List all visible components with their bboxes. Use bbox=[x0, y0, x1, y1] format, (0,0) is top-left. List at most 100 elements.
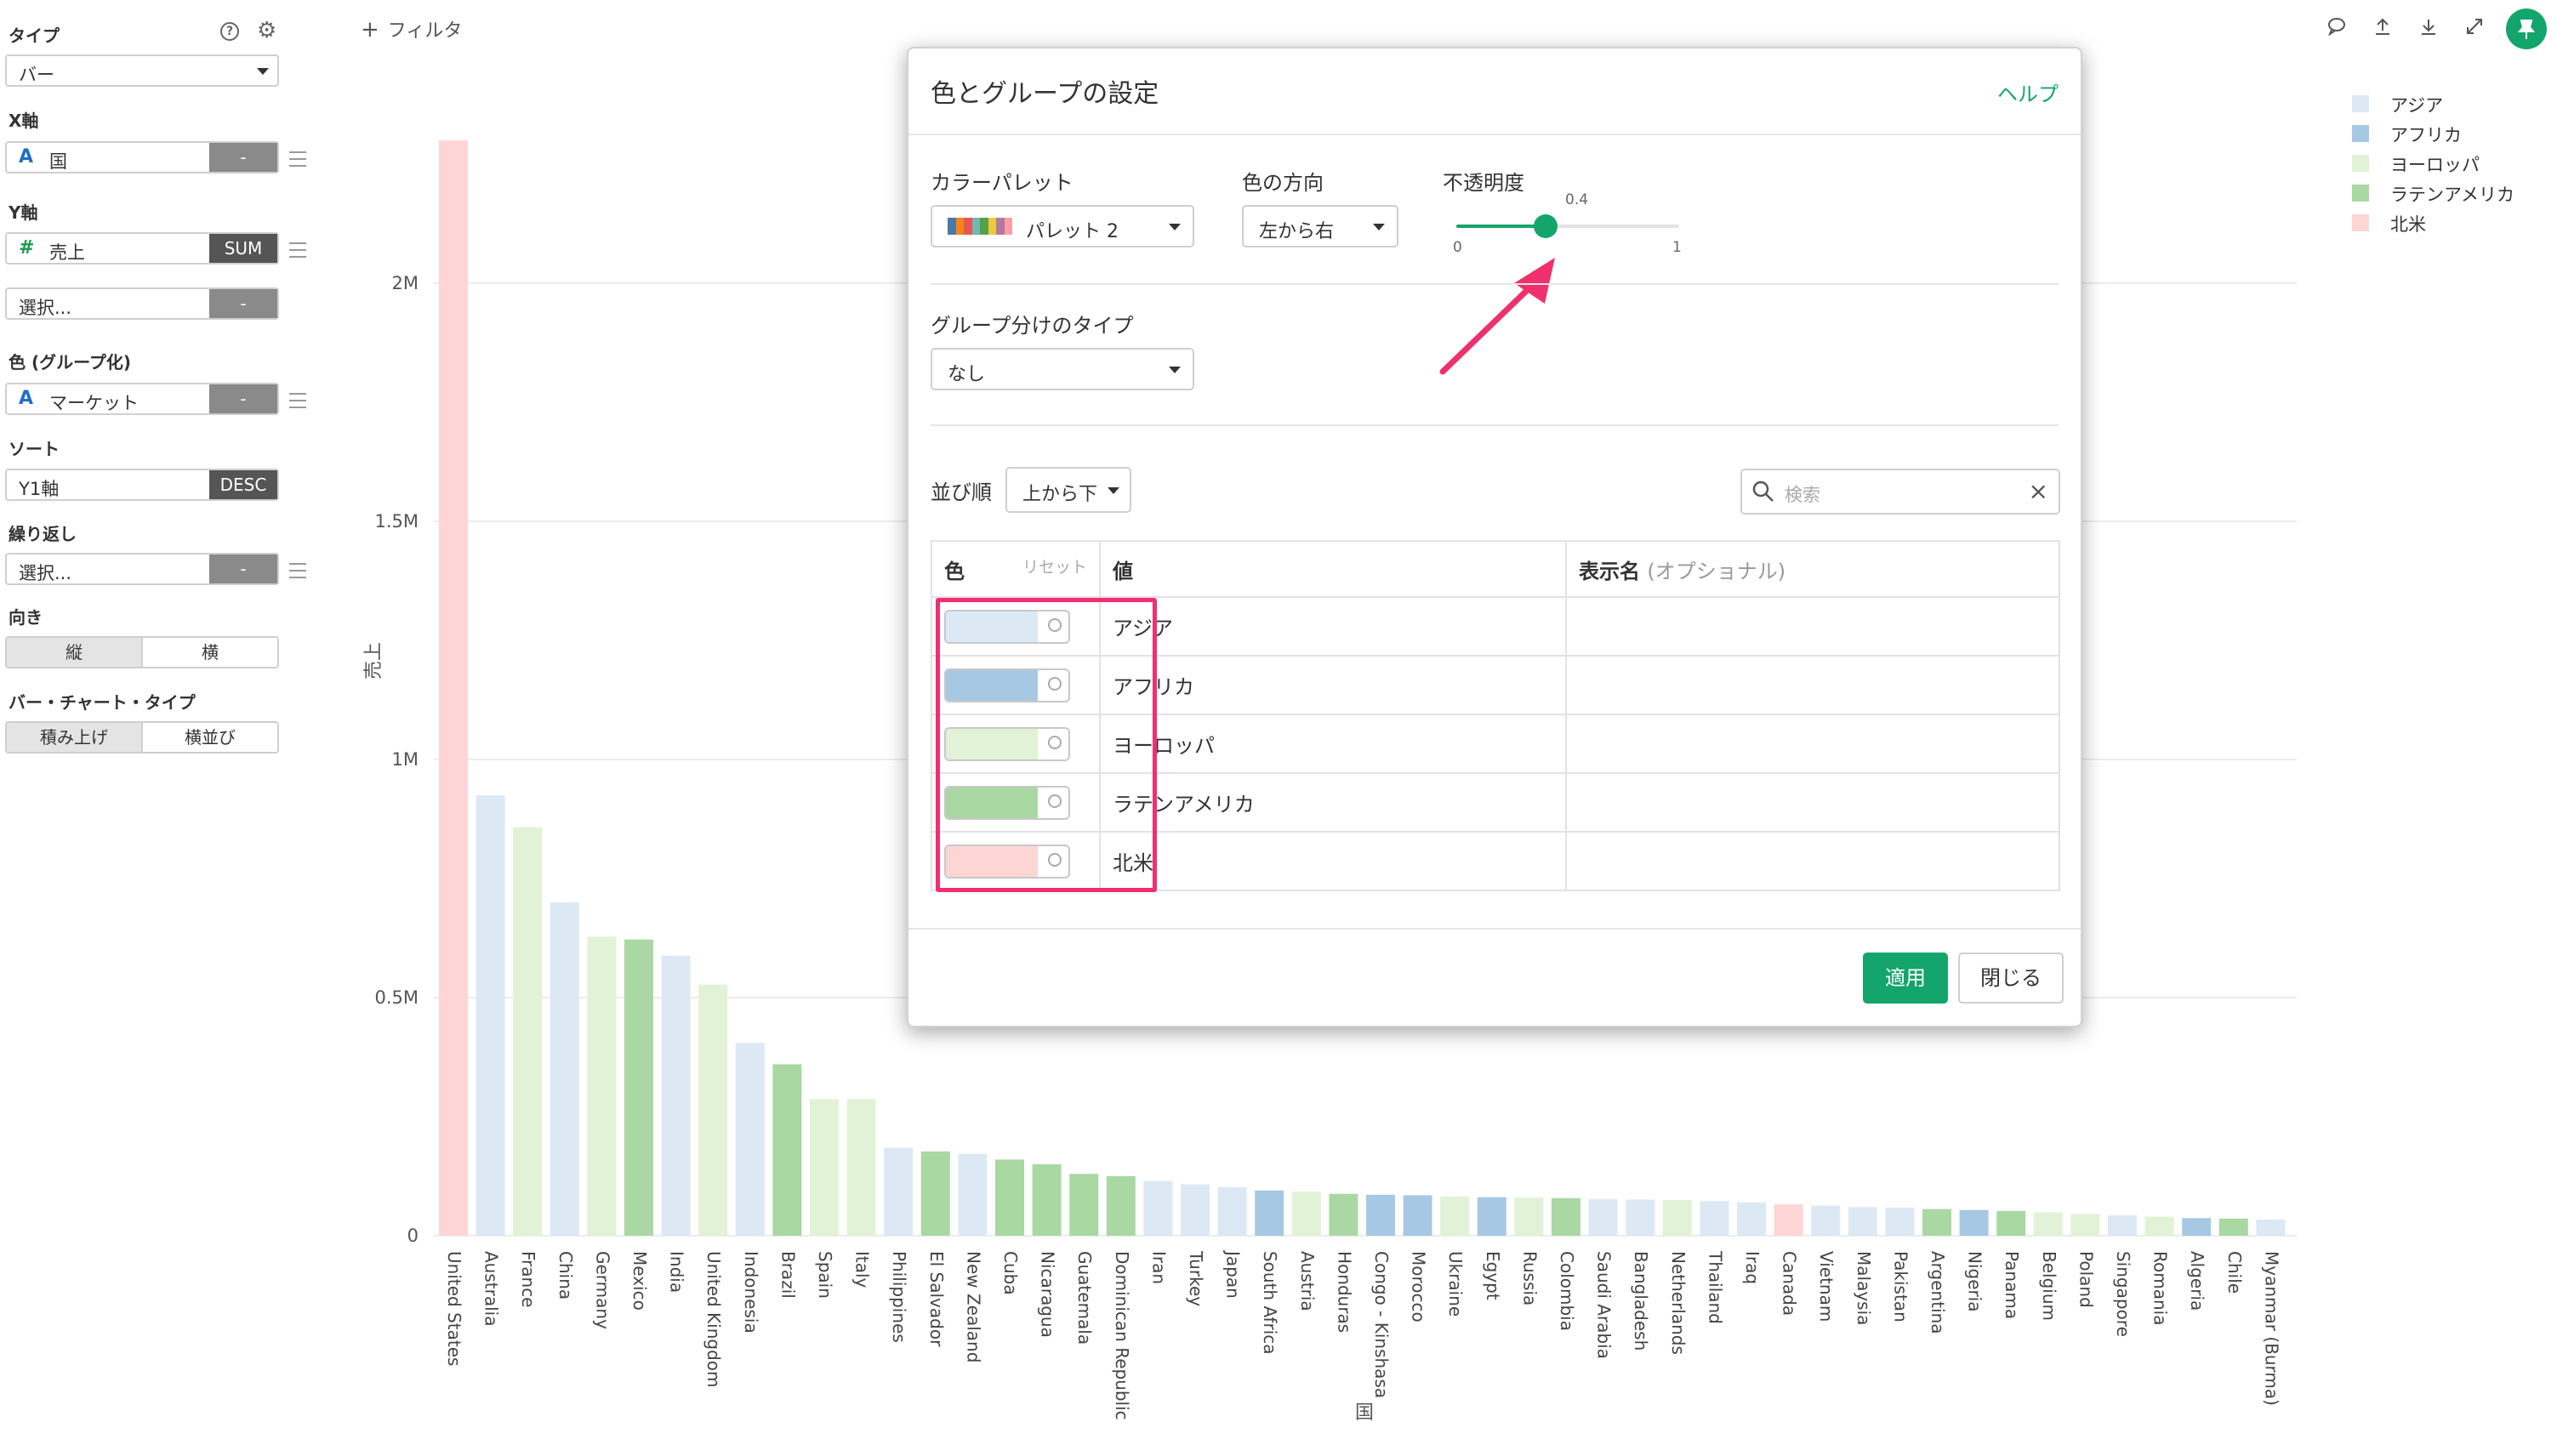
bar[interactable] bbox=[1403, 1195, 1432, 1236]
bar[interactable] bbox=[2182, 1218, 2212, 1236]
bar[interactable] bbox=[1737, 1202, 1766, 1236]
x-tick-label: Egypt bbox=[1483, 1251, 1503, 1300]
filter-button[interactable]: + フィルタ bbox=[361, 15, 462, 43]
y-axis-menu-icon[interactable] bbox=[289, 242, 306, 258]
expand-icon[interactable] bbox=[2465, 17, 2484, 36]
repeat-option-button[interactable]: - bbox=[209, 555, 277, 583]
clear-search-icon[interactable]: × bbox=[2029, 477, 2048, 505]
upload-icon[interactable] bbox=[2373, 17, 2392, 36]
bar[interactable] bbox=[1996, 1210, 2026, 1236]
bar[interactable] bbox=[1291, 1191, 1321, 1236]
order-select[interactable]: 上から下 bbox=[1005, 467, 1131, 513]
bar[interactable] bbox=[1885, 1207, 1915, 1236]
bar[interactable] bbox=[846, 1099, 876, 1236]
apply-button[interactable]: 適用 bbox=[1863, 953, 1948, 1004]
display-name-cell[interactable] bbox=[1565, 596, 2060, 657]
x-axis-field[interactable]: A 国 - bbox=[5, 141, 279, 173]
bar[interactable] bbox=[1329, 1193, 1358, 1236]
bar[interactable] bbox=[1366, 1194, 1395, 1236]
search-placeholder: 検索 bbox=[1785, 485, 1820, 505]
orientation-toggle: 縦 横 bbox=[5, 636, 279, 668]
bar[interactable] bbox=[1069, 1174, 1099, 1236]
bar[interactable] bbox=[587, 936, 617, 1236]
bar[interactable] bbox=[1552, 1197, 1580, 1236]
bar[interactable] bbox=[2108, 1214, 2137, 1236]
x-axis-option-button[interactable]: - bbox=[209, 143, 277, 172]
bar[interactable] bbox=[439, 140, 468, 1236]
search-input[interactable]: 検索 × bbox=[1740, 469, 2060, 515]
color-group-field[interactable]: A マーケット - bbox=[5, 383, 279, 415]
bar[interactable] bbox=[2033, 1212, 2063, 1236]
bar[interactable] bbox=[1662, 1200, 1692, 1236]
grouping-select[interactable]: なし bbox=[931, 348, 1194, 390]
bar[interactable] bbox=[698, 984, 728, 1236]
bar[interactable] bbox=[995, 1159, 1024, 1236]
sort-direction-button[interactable]: DESC bbox=[209, 470, 277, 499]
color-group-menu-icon[interactable] bbox=[289, 393, 306, 408]
help-link[interactable]: ヘルプ bbox=[1997, 77, 2059, 107]
bar-type-stacked[interactable]: 積み上げ bbox=[7, 723, 143, 752]
bar[interactable] bbox=[884, 1147, 914, 1236]
chevron-down-icon bbox=[1108, 487, 1119, 494]
gear-icon[interactable]: ⚙ bbox=[257, 19, 276, 43]
bar[interactable] bbox=[1217, 1186, 1247, 1236]
comment-icon[interactable] bbox=[2327, 17, 2346, 37]
bar[interactable] bbox=[1514, 1197, 1544, 1236]
chevron-down-icon bbox=[1169, 367, 1181, 373]
bar[interactable] bbox=[2218, 1218, 2248, 1236]
y-axis-aggregation-button[interactable]: SUM bbox=[209, 234, 277, 263]
bar[interactable] bbox=[920, 1151, 950, 1236]
x-axis-title: X軸 bbox=[9, 111, 39, 131]
bar[interactable] bbox=[476, 795, 505, 1236]
y-axis-extra-field[interactable]: 選択... - bbox=[5, 287, 279, 320]
bar[interactable] bbox=[2144, 1216, 2174, 1236]
orientation-vertical[interactable]: 縦 bbox=[7, 638, 143, 667]
bar[interactable] bbox=[1922, 1209, 1951, 1236]
bar[interactable] bbox=[1106, 1176, 1136, 1236]
close-button[interactable]: 閉じる bbox=[1958, 953, 2064, 1004]
bar[interactable] bbox=[1774, 1204, 1803, 1236]
y-axis-field[interactable]: # 売上 SUM bbox=[5, 232, 279, 264]
bar[interactable] bbox=[1181, 1184, 1210, 1236]
bar-type-grouped[interactable]: 横並び bbox=[143, 723, 277, 752]
orientation-horizontal[interactable]: 横 bbox=[143, 638, 277, 667]
display-name-cell[interactable] bbox=[1565, 772, 2060, 833]
bar[interactable] bbox=[1811, 1205, 1841, 1236]
bar[interactable] bbox=[513, 827, 543, 1236]
bar[interactable] bbox=[1477, 1197, 1506, 1236]
bar[interactable] bbox=[1588, 1198, 1618, 1236]
display-name-cell[interactable] bbox=[1565, 655, 2060, 715]
bar[interactable] bbox=[772, 1064, 802, 1236]
bar[interactable] bbox=[810, 1099, 839, 1236]
palette-select[interactable]: パレット 2 bbox=[931, 205, 1194, 247]
display-name-cell[interactable] bbox=[1565, 831, 2060, 891]
reset-button[interactable]: リセット bbox=[1022, 555, 1087, 577]
download-icon[interactable] bbox=[2419, 17, 2438, 36]
bar[interactable] bbox=[1848, 1207, 1877, 1236]
help-icon[interactable]: ? bbox=[220, 22, 239, 41]
pin-button[interactable] bbox=[2506, 9, 2547, 49]
repeat-field[interactable]: 選択... - bbox=[5, 553, 279, 585]
display-name-cell[interactable] bbox=[1565, 714, 2060, 774]
color-group-option-button[interactable]: - bbox=[209, 384, 277, 413]
type-select[interactable]: バー bbox=[5, 54, 279, 87]
bar[interactable] bbox=[2256, 1219, 2286, 1236]
bar[interactable] bbox=[1626, 1199, 1655, 1236]
repeat-menu-icon[interactable] bbox=[289, 563, 306, 578]
bar[interactable] bbox=[1143, 1180, 1173, 1236]
bar[interactable] bbox=[958, 1153, 988, 1236]
direction-select[interactable]: 左から右 bbox=[1242, 205, 1398, 247]
bar[interactable] bbox=[661, 955, 691, 1236]
y-axis-extra-button[interactable]: - bbox=[209, 289, 277, 318]
x-axis-menu-icon[interactable] bbox=[289, 151, 306, 167]
bar[interactable] bbox=[1255, 1190, 1284, 1236]
bar[interactable] bbox=[735, 1043, 765, 1236]
bar[interactable] bbox=[1959, 1209, 1989, 1236]
sort-field[interactable]: Y1軸 DESC bbox=[5, 469, 279, 501]
bar[interactable] bbox=[1700, 1201, 1729, 1236]
bar[interactable] bbox=[2070, 1214, 2100, 1236]
bar[interactable] bbox=[550, 902, 579, 1236]
bar[interactable] bbox=[1440, 1197, 1470, 1236]
bar[interactable] bbox=[624, 939, 653, 1236]
bar[interactable] bbox=[1032, 1164, 1062, 1236]
